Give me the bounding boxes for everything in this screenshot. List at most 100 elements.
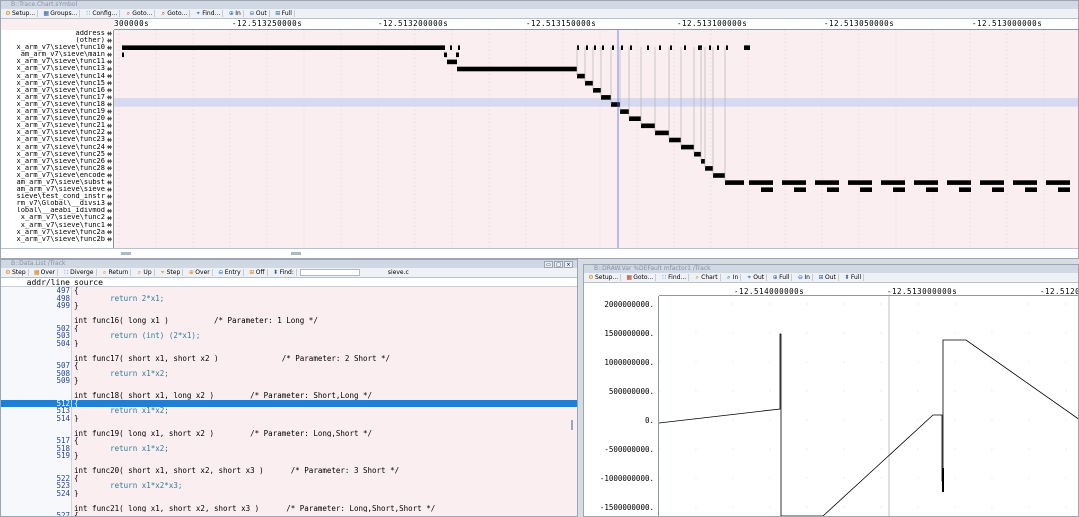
trace-bar[interactable] — [450, 45, 452, 50]
trace-bar[interactable] — [725, 180, 744, 185]
trace-row-label[interactable]: x_arm_v7\sieve\func28 — [1, 165, 113, 172]
source-line[interactable]: 527{ — [1, 512, 577, 516]
trace-bar[interactable] — [947, 180, 971, 185]
source-scroll-thumb[interactable] — [571, 420, 573, 430]
toolbar-button-full-8[interactable]: ⊞ Full — [273, 10, 295, 17]
trace-bar[interactable] — [684, 45, 686, 50]
trace-bar[interactable] — [926, 187, 938, 192]
source-line[interactable]: 502{ — [1, 324, 577, 332]
col-source[interactable]: source — [71, 278, 103, 287]
toolbar-button-in-6[interactable]: ⊕ In — [226, 10, 244, 17]
source-line[interactable]: 508 return x1*x2; — [1, 369, 577, 377]
trace-row-label[interactable]: x_arm_v7\sieve\func11 — [1, 58, 113, 65]
source-line[interactable]: 514} — [1, 414, 577, 422]
trace-bar[interactable] — [713, 173, 725, 178]
trace-row-label[interactable]: x_arm_v7\sieve\func2 — [1, 214, 113, 221]
toolbar-button-over-1[interactable]: ▦ Over — [32, 269, 59, 276]
source-line[interactable]: int func17( short x1, short x2 ) /* Para… — [1, 354, 577, 362]
trace-row-label[interactable]: rm_v7\Global\__divsi3 — [1, 200, 113, 207]
toolbar-button-out-5[interactable]: ⌖ Out — [744, 274, 768, 281]
trace-bar[interactable] — [848, 180, 872, 185]
chart-plot-svg[interactable] — [659, 296, 1079, 517]
trace-bar[interactable] — [749, 180, 773, 185]
trace-bar[interactable] — [1025, 187, 1037, 192]
trace-row-label[interactable]: x_arm_v7\sieve\func17 — [1, 94, 113, 101]
trace-bar[interactable] — [456, 52, 459, 58]
trace-bar[interactable] — [444, 52, 447, 58]
trace-bar[interactable] — [992, 187, 1004, 192]
trace-bar[interactable] — [457, 66, 577, 72]
trace-bar[interactable] — [717, 45, 719, 50]
trace-row-label[interactable]: x_arm_v7\sieve\func14 — [1, 73, 113, 80]
trace-row-label[interactable]: x_arm_v7\sieve\func24 — [1, 144, 113, 151]
source-line[interactable]: 509} — [1, 377, 577, 385]
toolbar-button-setup-0[interactable]: ⚙ Setup... — [586, 274, 622, 281]
trace-bar[interactable] — [602, 45, 604, 50]
toolbar-button-in-7[interactable]: ⊖ In — [795, 274, 813, 281]
trace-row-label[interactable]: x_arm_v7\sieve\func16 — [1, 87, 113, 94]
toolbar-button-out-8[interactable]: ⊞ Out — [816, 274, 839, 281]
trace-bar[interactable] — [881, 180, 905, 185]
toolbar-button-groups-1[interactable]: ▦ Groups... — [41, 10, 81, 17]
trace-bar[interactable] — [1046, 180, 1070, 185]
scroll-thumb-left[interactable] — [121, 252, 131, 255]
toolbar-button-step-5[interactable]: ⌖ Step — [158, 269, 184, 276]
trace-row-label[interactable]: x_arm_v7\sieve\func2b — [1, 236, 113, 243]
trace-bar[interactable] — [122, 45, 443, 50]
trace-bar[interactable] — [669, 137, 681, 143]
source-line[interactable]: 497{ — [1, 287, 577, 295]
trace-bar[interactable] — [659, 45, 661, 50]
trace-bar[interactable] — [893, 187, 905, 192]
trace-bar[interactable] — [670, 45, 672, 50]
trace-bar[interactable] — [980, 180, 1004, 185]
trace-bar[interactable] — [1058, 187, 1070, 192]
trace-bar[interactable] — [655, 130, 669, 136]
trace-bar[interactable] — [612, 45, 614, 50]
toolbar-button-full-6[interactable]: ⊕ Full — [770, 274, 793, 281]
find-input[interactable] — [299, 269, 360, 276]
trace-bar[interactable] — [827, 187, 839, 192]
trace-bar[interactable] — [794, 187, 806, 192]
trace-row-label[interactable]: x_arm_v7\sieve\func23 — [1, 136, 113, 143]
trace-bar[interactable] — [641, 123, 655, 129]
toolbar-button-goto-3[interactable]: ⌕ Goto... — [123, 10, 156, 17]
trace-row-label[interactable]: am_arm_v7\sieve\main — [1, 51, 113, 58]
trace-horizontal-scrollbar[interactable] — [1, 248, 1078, 258]
trace-row-label[interactable]: x_arm_v7\sieve\func19 — [1, 108, 113, 115]
trace-bar[interactable] — [815, 180, 839, 185]
toolbar-button-diverge-2[interactable]: ∷ Diverge — [61, 269, 97, 276]
source-line[interactable]: int func21( long x1, short x2, short x3 … — [1, 504, 577, 512]
trace-row-label[interactable]: x_arm_v7\sieve\func21 — [1, 122, 113, 129]
trace-bar[interactable] — [601, 95, 611, 100]
trace-bar[interactable] — [681, 144, 694, 150]
source-line[interactable]: 507{ — [1, 362, 577, 370]
toolbar-button-in-4[interactable]: ⌕ In — [724, 274, 742, 281]
trace-row-label[interactable]: x_arm_v7\sieve\encode — [1, 172, 113, 179]
trace-row-label[interactable]: x_arm_v7\sieve\func22 — [1, 129, 113, 136]
source-line[interactable]: 503 return (int) (2*x1); — [1, 332, 577, 340]
trace-bar[interactable] — [585, 80, 593, 86]
toolbar-button-find-5[interactable]: ⌖ Find... — [193, 10, 224, 17]
trace-bar[interactable] — [441, 45, 443, 50]
trace-plot-area[interactable] — [114, 30, 1078, 248]
toolbar-button-config-2[interactable]: ∷ Config... — [83, 10, 121, 17]
source-line[interactable]: 522{ — [1, 474, 577, 482]
trace-bar[interactable] — [594, 45, 596, 50]
trace-row-label[interactable]: x_arm_v7\sieve\func18 — [1, 101, 113, 108]
trace-bar[interactable] — [647, 45, 649, 50]
source-line[interactable]: 513 return x1*x2; — [1, 407, 577, 415]
trace-row-label[interactable]: x_arm_v7\sieve\func25 — [1, 151, 113, 158]
source-line[interactable]: int func18( short x1, long x2 ) /* Param… — [1, 392, 577, 400]
toolbar-button-goto-4[interactable]: ⌕ Goto... — [158, 10, 191, 17]
source-line[interactable]: 498 return 2*x1; — [1, 294, 577, 302]
source-line[interactable] — [1, 309, 577, 317]
trace-bar[interactable] — [782, 180, 806, 185]
trace-bar[interactable] — [709, 45, 711, 50]
trace-row-label[interactable]: x_arm_v7\sieve\func20 — [1, 115, 113, 122]
toolbar-button-out-7[interactable]: ⊖ Out — [247, 10, 270, 17]
trace-bar[interactable] — [726, 45, 728, 50]
trace-bar[interactable] — [914, 180, 938, 185]
scroll-thumb-right[interactable] — [291, 252, 301, 255]
trace-bar[interactable] — [744, 45, 750, 50]
trace-bar[interactable] — [458, 45, 460, 50]
